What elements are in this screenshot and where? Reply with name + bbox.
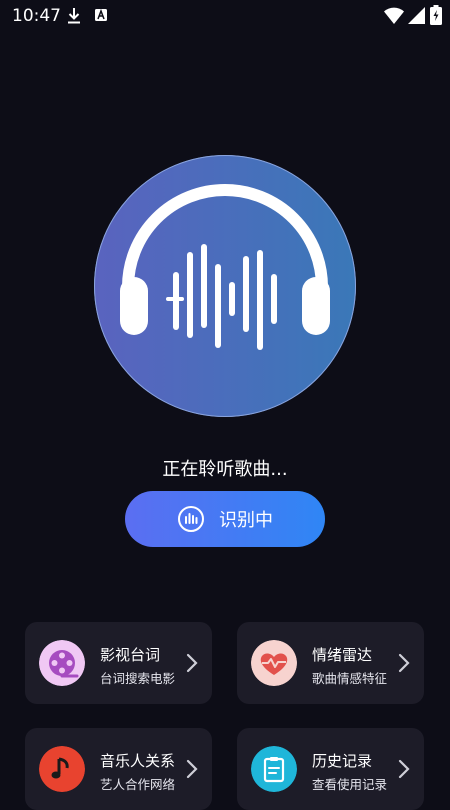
card-subtitle: 艺人合作网络 [100, 777, 176, 792]
a-badge-icon [95, 9, 107, 21]
signal-icon [408, 7, 425, 24]
audio-wave-icon [178, 506, 204, 532]
card-history[interactable]: 历史记录 查看使用记录 [237, 728, 424, 810]
card-film-lines[interactable]: 影视台词 台词搜索电影 [25, 622, 212, 704]
download-icon [68, 8, 80, 24]
status-bar: 10:47 [0, 0, 450, 32]
card-subtitle: 台词搜索电影 [100, 671, 176, 686]
clipboard-icon [251, 746, 297, 792]
music-note-icon [39, 746, 85, 792]
card-title: 音乐人关系 [100, 752, 176, 770]
card-subtitle: 歌曲情感特征 [312, 671, 388, 686]
recognition-disc[interactable] [94, 155, 356, 417]
listening-status-text: 正在聆听歌曲... [162, 459, 288, 480]
chevron-right-icon [398, 759, 410, 779]
card-musician-relations[interactable]: 音乐人关系 艺人合作网络 [25, 728, 212, 810]
heart-pulse-icon [251, 640, 297, 686]
card-title: 情绪雷达 [312, 646, 373, 664]
identify-button[interactable]: 识别中 [125, 491, 325, 547]
card-title: 影视台词 [100, 646, 161, 664]
film-reel-icon [39, 640, 85, 686]
chevron-right-icon [186, 653, 198, 673]
battery-icon [430, 5, 442, 25]
card-subtitle: 查看使用记录 [312, 777, 388, 792]
headphone-waveform-icon [120, 184, 330, 350]
wifi-icon [384, 7, 404, 24]
card-emotion-radar[interactable]: 情绪雷达 歌曲情感特征 [237, 622, 424, 704]
chevron-right-icon [186, 759, 198, 779]
status-time: 10:47 [12, 6, 61, 26]
identify-button-label: 识别中 [219, 510, 273, 531]
chevron-right-icon [398, 653, 410, 673]
card-title: 历史记录 [312, 752, 373, 770]
